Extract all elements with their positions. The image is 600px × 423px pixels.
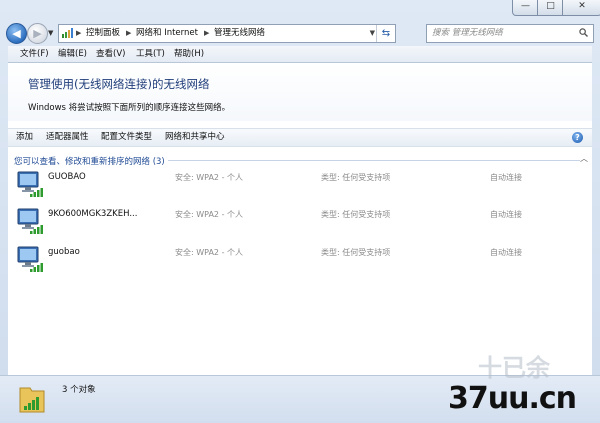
menu-file[interactable]: 文件(F): [20, 46, 49, 62]
help-icon[interactable]: ?: [572, 132, 583, 143]
recent-pages-dropdown[interactable]: ▼: [48, 29, 53, 37]
breadcrumb-separator-icon[interactable]: ▶: [76, 25, 81, 42]
breadcrumb-separator-icon[interactable]: ▶: [204, 25, 209, 42]
network-group-header[interactable]: 您可以查看、修改和重新排序的网络 (3): [14, 155, 165, 167]
page-description: Windows 将尝试按照下面所列的顺序连接这些网络。: [28, 103, 231, 113]
network-row[interactable]: 9KO600MGK3ZKEH... 安全: WPA2 - 个人 类型: 任何受支…: [8, 206, 592, 240]
network-row[interactable]: GUOBAO 安全: WPA2 - 个人 类型: 任何受支持项 自动连接: [8, 169, 592, 203]
address-bar[interactable]: ▶ 控制面板 ▶ 网络和 Internet ▶ 管理无线网络 ▼ ⇆: [58, 24, 396, 43]
breadcrumb-separator-icon[interactable]: ▶: [126, 25, 131, 42]
breadcrumb-manage-wireless[interactable]: 管理无线网络: [214, 25, 265, 42]
breadcrumb-network-internet[interactable]: 网络和 Internet: [136, 25, 198, 42]
navigation-bar: ◀ ▶ ▼ ▶ 控制面板 ▶ 网络和 Internet ▶ 管理无线网络 ▼ ⇆…: [0, 20, 600, 46]
network-security: 安全: WPA2 - 个人: [175, 173, 243, 182]
refresh-button[interactable]: ⇆: [376, 25, 395, 42]
menu-edit[interactable]: 编辑(E): [58, 46, 87, 62]
back-arrow-icon: ◀: [12, 27, 21, 40]
wireless-profiles-icon: [19, 387, 45, 413]
main-content: 管理使用(无线网络连接)的无线网络 Windows 将尝试按照下面所列的顺序连接…: [8, 63, 592, 375]
network-type: 类型: 任何受支持项: [321, 248, 391, 257]
wireless-network-icon: [17, 246, 43, 272]
wireless-network-icon: [17, 171, 43, 197]
address-dropdown-icon[interactable]: ▼: [370, 25, 375, 42]
network-security: 安全: WPA2 - 个人: [175, 210, 243, 219]
refresh-icon: ⇆: [381, 28, 391, 39]
watermark-logo: 37uu.cn: [448, 381, 577, 416]
back-button[interactable]: ◀: [6, 23, 27, 44]
watermark-ghost-text: 十已余: [478, 354, 550, 382]
network-security: 安全: WPA2 - 个人: [175, 248, 243, 257]
network-type: 类型: 任何受支持项: [321, 210, 391, 219]
control-panel-icon: [62, 28, 73, 38]
object-count: 3 个对象: [62, 385, 96, 395]
network-connection-mode: 自动连接: [490, 248, 522, 257]
menu-tools[interactable]: 工具(T): [136, 46, 165, 62]
menu-help[interactable]: 帮助(H): [174, 46, 204, 62]
command-bar: 添加 适配器属性 配置文件类型 网络和共享中心 ?: [8, 128, 592, 147]
page-title: 管理使用(无线网络连接)的无线网络: [28, 77, 210, 91]
breadcrumb-control-panel[interactable]: 控制面板: [86, 25, 120, 42]
add-button[interactable]: 添加: [16, 129, 33, 146]
maximize-button[interactable]: □: [537, 0, 564, 16]
wireless-network-icon: [17, 208, 43, 234]
search-placeholder: 搜索 管理无线网络: [432, 28, 503, 38]
group-divider: [168, 160, 580, 161]
network-connection-mode: 自动连接: [490, 210, 522, 219]
forward-button[interactable]: ▶: [27, 23, 48, 44]
page-header: 管理使用(无线网络连接)的无线网络 Windows 将尝试按照下面所列的顺序连接…: [8, 63, 592, 121]
network-connection-mode: 自动连接: [490, 173, 522, 182]
menu-bar: 文件(F) 编辑(E) 查看(V) 工具(T) 帮助(H): [8, 46, 592, 63]
search-icon[interactable]: [579, 28, 588, 37]
forward-arrow-icon: ▶: [33, 27, 42, 40]
network-type: 类型: 任何受支持项: [321, 173, 391, 182]
adapter-properties-button[interactable]: 适配器属性: [46, 129, 89, 146]
menu-view[interactable]: 查看(V): [96, 46, 125, 62]
close-button[interactable]: ✕: [562, 0, 600, 16]
network-row[interactable]: guobao 安全: WPA2 - 个人 类型: 任何受支持项 自动连接: [8, 244, 592, 278]
minimize-button[interactable]: —: [512, 0, 539, 16]
profile-type-button[interactable]: 配置文件类型: [101, 129, 152, 146]
search-box[interactable]: 搜索 管理无线网络: [426, 24, 594, 43]
network-name: guobao: [48, 247, 80, 257]
network-name: GUOBAO: [48, 172, 86, 182]
collapse-chevron-icon[interactable]: ︿: [580, 153, 588, 164]
network-sharing-center-button[interactable]: 网络和共享中心: [165, 129, 225, 146]
network-name: 9KO600MGK3ZKEH...: [48, 209, 138, 219]
